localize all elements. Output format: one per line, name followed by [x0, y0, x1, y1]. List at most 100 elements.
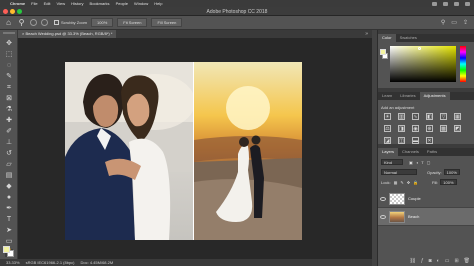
gradient-map-icon[interactable]: ▬	[412, 137, 419, 144]
color-field[interactable]	[390, 46, 456, 82]
fill-input[interactable]: 100%	[440, 179, 457, 185]
layer-name[interactable]: Beach	[408, 214, 419, 219]
zoom-100-button[interactable]: 100%	[91, 18, 114, 27]
frame-tool-icon[interactable]: ⊠	[5, 95, 13, 103]
type-tool-icon[interactable]: T	[5, 216, 13, 224]
new-group-icon[interactable]: ▭	[445, 258, 450, 264]
menu-item-app[interactable]: Chrome	[10, 1, 25, 6]
fx-icon[interactable]: ƒ	[421, 258, 424, 264]
lock-position-icon[interactable]: ✥	[407, 180, 410, 185]
tab-learn[interactable]: Learn	[378, 92, 396, 100]
foreground-color-swatch[interactable]	[3, 246, 10, 253]
menu-item-file[interactable]: File	[31, 1, 37, 6]
invert-icon[interactable]: ◩	[454, 125, 461, 132]
quick-select-tool-icon[interactable]: ✎	[5, 73, 13, 81]
menu-item-bookmarks[interactable]: Bookmarks	[90, 1, 110, 6]
lookup-icon[interactable]: ▩	[440, 125, 447, 132]
gradient-tool-icon[interactable]: ▤	[5, 172, 13, 180]
fill-screen-button[interactable]: Fill Screen	[151, 18, 183, 27]
search-icon[interactable]: ⚲	[441, 19, 445, 26]
threshold-icon[interactable]: ◫	[398, 137, 405, 144]
canvas-area[interactable]	[18, 38, 372, 259]
path-select-tool-icon[interactable]: ➤	[5, 227, 13, 235]
brush-tool-icon[interactable]: ✐	[5, 128, 13, 136]
filter-shape-icon[interactable]: ▢	[427, 160, 431, 165]
lock-pixels-icon[interactable]: ✎	[400, 180, 403, 185]
menu-item-view[interactable]: View	[56, 1, 65, 6]
collapse-icon[interactable]: »	[365, 31, 368, 37]
delete-layer-icon[interactable]: 🗑	[464, 258, 470, 264]
menu-item-help[interactable]: Help	[154, 1, 162, 6]
photo-filter-icon[interactable]: ◉	[412, 125, 419, 132]
pen-tool-icon[interactable]: ✒	[5, 205, 13, 213]
curves-icon[interactable]: ∿	[412, 113, 419, 120]
new-adjustment-icon[interactable]: ◐	[437, 258, 440, 264]
filter-adjust-icon[interactable]: ◑	[416, 160, 418, 165]
home-icon[interactable]: ⌂	[4, 18, 13, 27]
color-balance-icon[interactable]: ⚖	[384, 125, 391, 132]
menu-item-window[interactable]: Window	[134, 1, 148, 6]
zoom-level[interactable]: 33.33%	[6, 260, 20, 265]
filter-type-icon[interactable]: T	[421, 160, 423, 165]
zoom-tool-icon[interactable]: ⚲	[17, 18, 26, 27]
new-layer-icon[interactable]: ⊞	[454, 258, 458, 264]
brightness-icon[interactable]: ☀	[384, 113, 391, 120]
lock-all-icon[interactable]: 🔒	[413, 180, 418, 185]
panel-grip[interactable]	[3, 32, 15, 34]
eyedropper-tool-icon[interactable]: ⚗	[5, 106, 13, 114]
wifi-icon[interactable]	[432, 1, 437, 6]
add-mask-icon[interactable]: ◙	[429, 258, 432, 264]
shape-tool-icon[interactable]: ▭	[5, 238, 13, 246]
exposure-icon[interactable]: ◧	[426, 113, 433, 120]
stamp-tool-icon[interactable]: ⊥	[5, 139, 13, 147]
levels-icon[interactable]: ▥	[398, 113, 405, 120]
lock-transparent-icon[interactable]: ▦	[394, 180, 398, 185]
battery-icon[interactable]	[443, 1, 448, 6]
lasso-tool-icon[interactable]: ◌	[5, 62, 13, 70]
panel-foreground-swatch[interactable]	[380, 49, 386, 55]
tab-channels[interactable]: Channels	[398, 148, 423, 156]
menu-item-history[interactable]: History	[71, 1, 83, 6]
scrubby-zoom-checkbox[interactable]	[54, 20, 59, 25]
menu-item-edit[interactable]: Edit	[44, 1, 51, 6]
blend-mode-select[interactable]: Normal	[381, 169, 417, 175]
doc-profile[interactable]: sRGB IEC61966-2.1 (8bpc)	[26, 260, 75, 265]
layer-row-beach[interactable]: Beach	[378, 208, 474, 226]
healing-tool-icon[interactable]: ✚	[5, 117, 13, 125]
selective-color-icon[interactable]: ✕	[426, 137, 433, 144]
fit-screen-button[interactable]: Fit Screen	[117, 18, 148, 27]
hue-slider[interactable]	[460, 46, 466, 82]
tab-layers[interactable]: Layers	[378, 148, 399, 156]
document-canvas[interactable]	[65, 62, 302, 240]
tab-swatches[interactable]: Swatches	[396, 34, 421, 42]
hue-sat-icon[interactable]: ▦	[454, 113, 461, 120]
history-brush-tool-icon[interactable]: ↺	[5, 150, 13, 158]
crop-tool-icon[interactable]: ⌗	[5, 84, 13, 92]
color-picker-handle[interactable]	[418, 47, 421, 50]
link-layers-icon[interactable]: ⛓	[410, 258, 416, 264]
menu-list-icon[interactable]	[465, 1, 470, 6]
eraser-tool-icon[interactable]: ▱	[5, 161, 13, 169]
zoom-out-icon[interactable]	[41, 19, 48, 26]
blur-tool-icon[interactable]: ◆	[5, 183, 13, 191]
visibility-eye-icon[interactable]	[380, 214, 386, 219]
tab-adjustments[interactable]: Adjustments	[419, 92, 450, 100]
zoom-in-icon[interactable]	[30, 19, 37, 26]
posterize-icon[interactable]: ◪	[384, 137, 391, 144]
vibrance-icon[interactable]: ▽	[440, 113, 447, 120]
opacity-input[interactable]: 100%	[443, 169, 460, 175]
workspace-icon[interactable]: ▭	[451, 19, 457, 26]
move-tool-icon[interactable]: ✥	[5, 40, 13, 48]
layer-row-couple[interactable]: Couple	[378, 190, 474, 208]
tab-color[interactable]: Color	[378, 34, 396, 42]
tab-paths[interactable]: Paths	[423, 148, 441, 156]
share-icon[interactable]: ⇪	[463, 19, 468, 26]
marquee-tool-icon[interactable]: ⬚	[5, 51, 13, 59]
layer-name[interactable]: Couple	[408, 196, 421, 201]
channel-mixer-icon[interactable]: ⊕	[426, 125, 433, 132]
menu-item-people[interactable]: People	[116, 1, 128, 6]
document-tab[interactable]: × Beach Wedding.psd @ 33.3% (Beach, RGB/…	[18, 30, 117, 38]
tab-libraries[interactable]: Libraries	[396, 92, 419, 100]
layer-filter-select[interactable]: Kind	[381, 159, 403, 165]
search-icon[interactable]	[454, 1, 459, 6]
